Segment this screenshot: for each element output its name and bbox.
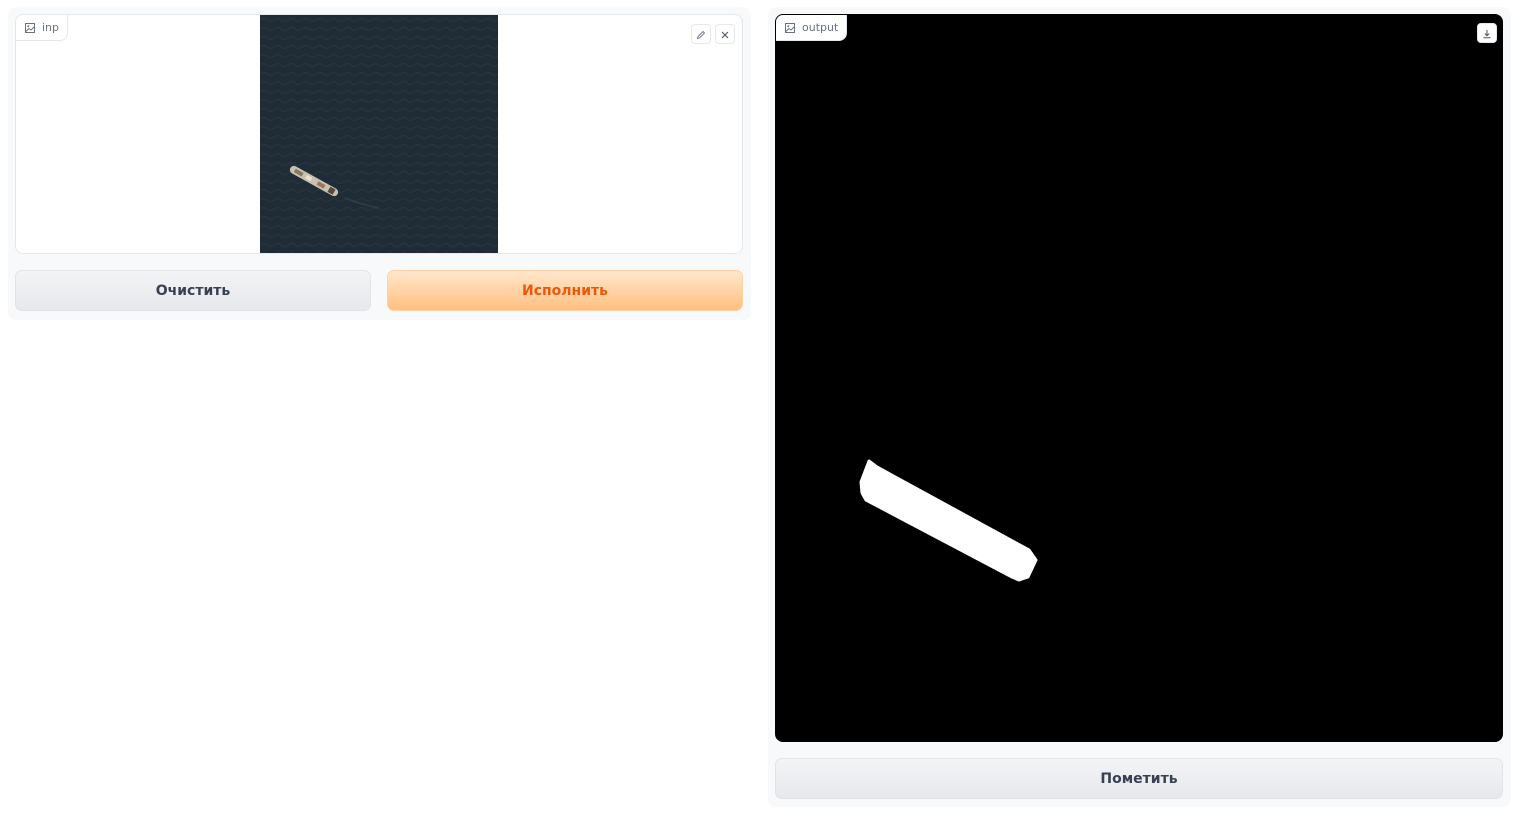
input-panel: inp Очистить Исполнить <box>8 7 751 320</box>
segmentation-mask-image <box>776 15 1502 741</box>
input-label: inp <box>42 21 60 34</box>
output-image-box: output <box>775 14 1503 742</box>
clear-button[interactable]: Очистить <box>15 270 371 311</box>
image-icon <box>785 22 795 33</box>
run-button[interactable]: Исполнить <box>387 270 743 311</box>
edit-button[interactable] <box>691 24 711 44</box>
output-label-tag: output <box>776 15 848 41</box>
input-image-box[interactable]: inp <box>15 14 743 254</box>
output-panel: output Пометить <box>768 7 1511 807</box>
pencil-icon <box>696 25 706 44</box>
download-icon <box>1482 24 1492 43</box>
output-label: output <box>802 21 839 34</box>
download-button[interactable] <box>1477 23 1497 43</box>
image-icon <box>25 22 35 33</box>
close-icon <box>720 25 730 44</box>
input-label-tag: inp <box>16 15 69 41</box>
satellite-ship-image <box>260 15 498 253</box>
flag-button[interactable]: Пометить <box>775 758 1503 799</box>
clear-image-button[interactable] <box>715 24 735 44</box>
